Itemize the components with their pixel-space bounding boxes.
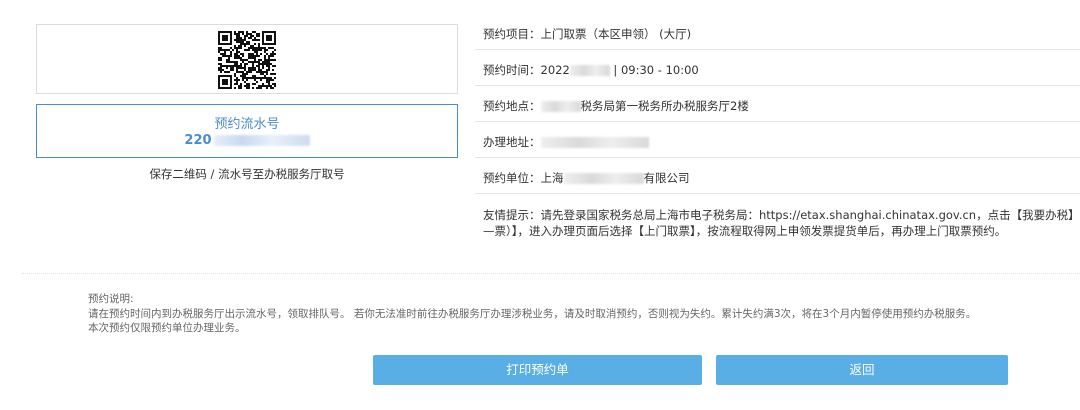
appointment-details: 预约项目：上门取票（本区申领） (大厅) 预约时间：2022 | 09:30 -… bbox=[475, 14, 1080, 252]
qr-code-icon bbox=[218, 31, 276, 89]
appointment-address: 办理地址： bbox=[475, 122, 1080, 158]
serial-number-value: 220 bbox=[37, 133, 457, 149]
friendly-tip: 友情提示：请先登录国家税务总局上海市电子税务局：https://etax.sha… bbox=[483, 208, 1074, 238]
divider bbox=[22, 273, 1080, 274]
place-suffix: 税务局第一税务所办税服务厅2楼 bbox=[580, 99, 749, 113]
serial-number-panel: 预约流水号 220 bbox=[36, 104, 458, 158]
appointment-project: 预约项目：上门取票（本区申领） (大厅) bbox=[475, 14, 1080, 50]
appointment-time: 预约时间：2022 | 09:30 - 10:00 bbox=[475, 50, 1080, 86]
address-label: 办理地址： bbox=[483, 135, 541, 149]
unit-label: 预约单位： bbox=[483, 171, 541, 185]
redacted-serial bbox=[213, 135, 310, 146]
serial-number-prefix: 220 bbox=[184, 133, 212, 148]
save-hint: 保存二维码 / 流水号至办税服务厅取号 bbox=[149, 167, 345, 181]
notes-title: 预约说明: bbox=[88, 293, 134, 305]
appointment-place: 预约地点： 税务局第一税务所办税服务厅2楼 bbox=[475, 86, 1080, 122]
redacted-place bbox=[540, 101, 581, 112]
appointment-notes: 预约说明: 请在预约时间内到办税服务厅出示流水号，领取排队号。 若你无法准时前往… bbox=[88, 292, 1068, 336]
unit-suffix: 有限公司 bbox=[643, 171, 690, 185]
time-label: 预约时间： bbox=[483, 63, 541, 77]
time-prefix: 2022 bbox=[540, 63, 570, 77]
redacted-date bbox=[569, 65, 610, 76]
time-suffix: | 09:30 - 10:00 bbox=[609, 63, 699, 77]
qr-code-panel bbox=[36, 24, 458, 94]
back-button[interactable]: 返回 bbox=[716, 355, 1008, 385]
print-appointment-button[interactable]: 打印预约单 bbox=[373, 355, 702, 385]
redacted-address bbox=[540, 137, 649, 148]
project-text: 预约项目：上门取票（本区申领） (大厅) bbox=[483, 27, 692, 41]
place-label: 预约地点： bbox=[483, 99, 541, 113]
unit-prefix: 上海 bbox=[540, 171, 564, 185]
notes-line-2: 本次预约仅限预约单位办理业务。 bbox=[88, 322, 246, 334]
serial-number-label: 预约流水号 bbox=[214, 117, 280, 132]
notes-line-1: 请在预约时间内到办税服务厅出示流水号，领取排队号。 若你无法准时前往办税服务厅办… bbox=[88, 307, 977, 320]
redacted-unit bbox=[563, 173, 644, 184]
appointment-unit: 预约单位：上海 有限公司 bbox=[475, 158, 1080, 194]
